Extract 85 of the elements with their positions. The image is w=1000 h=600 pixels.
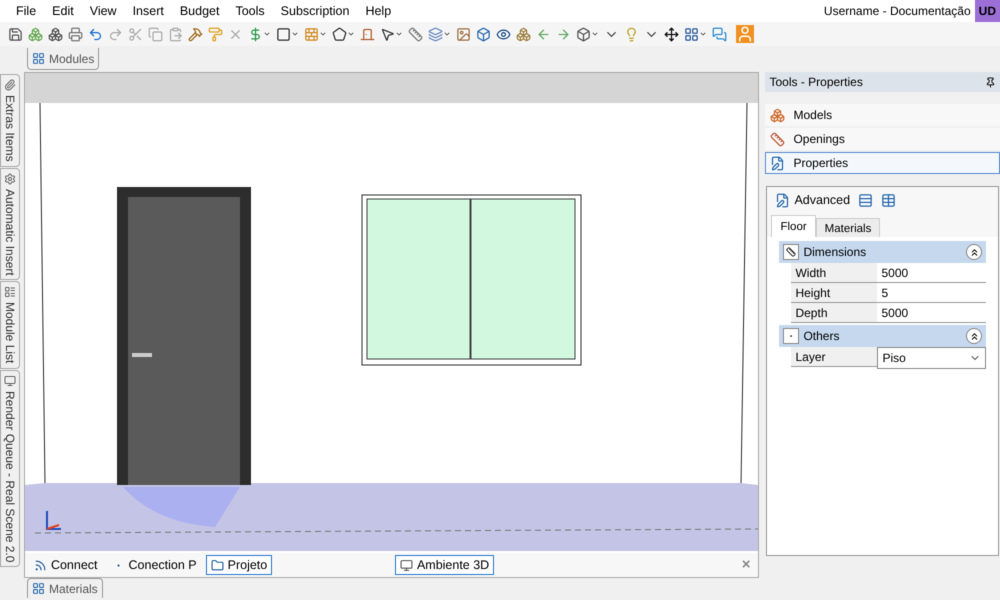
layout-icon[interactable] — [684, 26, 699, 42]
export-icon[interactable] — [48, 26, 63, 42]
nav-item[interactable]: Properties — [765, 152, 1000, 174]
caret-icon[interactable] — [263, 30, 271, 38]
side-tab[interactable]: Extras Items — [0, 74, 20, 167]
tab-icon — [400, 558, 413, 572]
tab-icon — [4, 172, 16, 185]
panel-tab[interactable]: Materials — [27, 578, 103, 598]
panel-title: Tools - Properties — [769, 74, 863, 91]
chat-icon[interactable] — [712, 26, 727, 42]
right-arrow-icon[interactable] — [556, 26, 571, 42]
layer-select[interactable]: Piso — [877, 347, 986, 369]
caret-icon[interactable] — [291, 30, 299, 38]
pin-icon[interactable] — [985, 76, 996, 88]
caret-icon[interactable] — [319, 30, 327, 38]
menu-item[interactable]: File — [8, 2, 44, 20]
user-avatar[interactable]: UD — [974, 0, 1000, 22]
user-name: Username - Documentação — [824, 3, 972, 20]
property-label: Layer — [791, 347, 878, 366]
eye-icon[interactable] — [496, 26, 511, 42]
room-icon[interactable] — [276, 26, 291, 42]
modules-icon — [32, 52, 45, 65]
side-tab[interactable]: Automatic Insert — [0, 168, 20, 280]
table-view-icon[interactable] — [881, 192, 896, 208]
print-icon[interactable] — [68, 26, 83, 42]
import-icon[interactable] — [28, 26, 43, 42]
menu-item[interactable]: Budget — [172, 2, 228, 20]
menu-item[interactable]: Subscription — [272, 2, 358, 20]
property-label: Height — [791, 283, 878, 302]
property-label: Depth — [791, 303, 878, 322]
move-icon[interactable] — [664, 26, 679, 42]
tab[interactable]: Floor — [771, 215, 816, 237]
menu-item[interactable]: Tools — [227, 2, 273, 20]
ruler-icon[interactable] — [408, 26, 423, 42]
collapse-icon — [968, 246, 980, 258]
document-tab[interactable]: Connect — [28, 555, 103, 575]
tab-icon — [4, 286, 16, 298]
caret-icon[interactable] — [443, 30, 451, 38]
group-title: Others — [803, 328, 840, 345]
side-tab[interactable]: Render Queue - Real Scene 2.0 — [0, 370, 20, 568]
tab-icon — [4, 374, 16, 387]
side-tab[interactable]: Module List — [0, 281, 20, 369]
tab-icon — [4, 79, 16, 91]
group-header[interactable]: Dimensions — [779, 241, 986, 263]
undo-icon[interactable] — [88, 26, 103, 42]
caret-icon[interactable] — [699, 30, 707, 38]
wireframe-icon[interactable] — [576, 26, 591, 42]
save-icon[interactable] — [8, 26, 23, 42]
axis-icon — [46, 511, 61, 530]
pointer-icon[interactable] — [380, 26, 395, 42]
collapse-icon — [968, 330, 980, 342]
nav-icon — [770, 156, 786, 170]
menu-item[interactable]: Insert — [124, 2, 172, 20]
materials-icon — [32, 582, 45, 595]
nav-item[interactable]: Models — [765, 104, 1000, 126]
document-tab[interactable]: Conection P — [106, 555, 202, 575]
caret-icon[interactable] — [347, 30, 355, 38]
document-tab[interactable]: Projeto — [206, 555, 272, 575]
collapse-button[interactable] — [966, 328, 982, 344]
menu-item[interactable]: Edit — [44, 2, 82, 20]
tab-icon — [210, 558, 224, 572]
group-header[interactable]: Others — [779, 325, 986, 347]
hammer-icon[interactable] — [188, 26, 203, 42]
ruler-icon — [783, 244, 800, 260]
menu-item[interactable]: Help — [357, 2, 400, 20]
list-view-icon[interactable] — [858, 192, 874, 208]
image-icon[interactable] — [456, 26, 471, 42]
nav-icon — [770, 108, 786, 122]
tab-icon — [34, 558, 47, 572]
cube-3d-icon[interactable] — [476, 26, 491, 42]
group-title: Dimensions — [803, 244, 868, 261]
property-label: Width — [791, 263, 878, 282]
shape-icon[interactable] — [332, 26, 347, 42]
nav-icon — [770, 132, 786, 146]
door-icon[interactable] — [360, 26, 375, 42]
collapse-button[interactable] — [966, 244, 982, 260]
blocks-icon[interactable] — [516, 26, 531, 42]
document-tab[interactable]: Ambiente 3D — [394, 555, 494, 575]
caret-icon[interactable] — [395, 30, 403, 38]
panel-tab[interactable]: Modules — [27, 48, 100, 70]
caret-icon[interactable] — [591, 30, 599, 38]
tab[interactable]: Materials — [816, 218, 880, 237]
nav-item[interactable]: Openings — [765, 128, 1000, 150]
menu-item[interactable]: View — [82, 2, 125, 20]
advanced-icon — [775, 192, 790, 208]
